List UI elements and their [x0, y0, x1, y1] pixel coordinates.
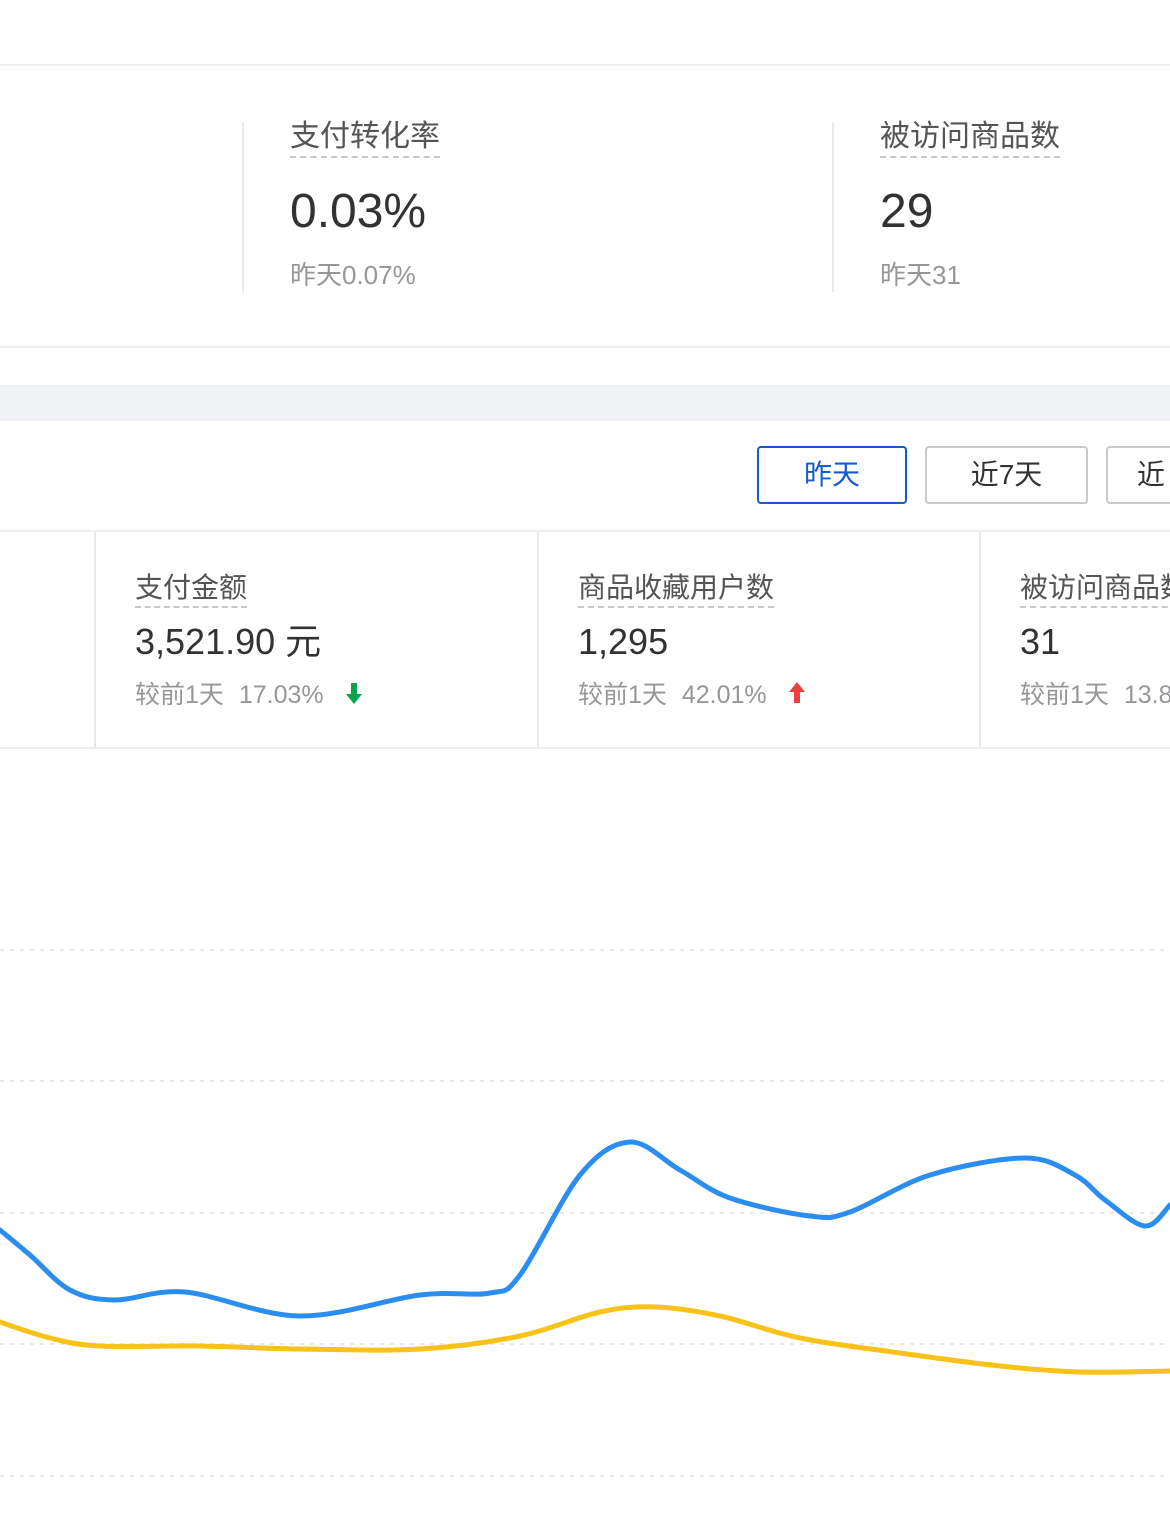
trend-chart: [0, 949, 1170, 1477]
series-line-0: [0, 1139, 1170, 1319]
series-lines: [0, 1139, 1170, 1375]
grid-lines: [0, 949, 1170, 1477]
series-line-1: [0, 1304, 1170, 1375]
